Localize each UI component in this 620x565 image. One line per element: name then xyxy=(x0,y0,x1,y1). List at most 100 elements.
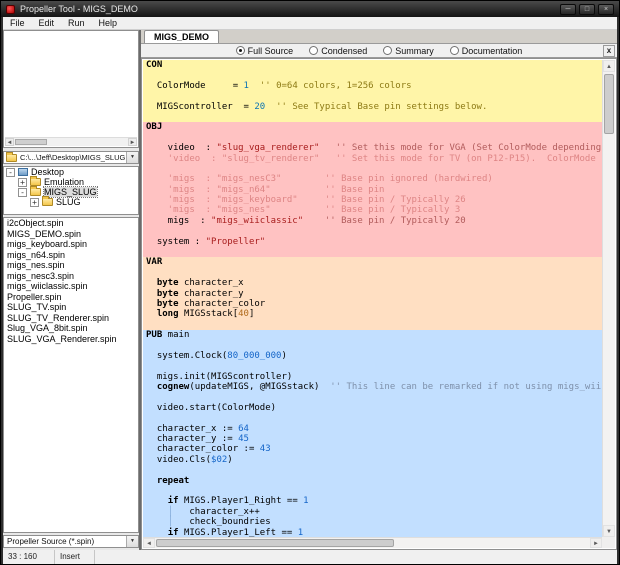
file-item[interactable]: Slug_VGA_8bit.spin xyxy=(4,323,138,334)
code-line[interactable] xyxy=(146,91,602,101)
view-mode-documentation[interactable]: Documentation xyxy=(450,46,523,56)
code-line[interactable]: │ check_boundries xyxy=(146,517,602,527)
code-line[interactable]: ColorMode = 1 '' 0=64 colors, 1=256 colo… xyxy=(146,81,602,91)
code-line[interactable]: character_x := 64 xyxy=(146,424,602,434)
collapse-icon[interactable]: - xyxy=(6,168,15,177)
scroll-right-icon[interactable]: ► xyxy=(590,538,602,548)
code-line[interactable]: video.start(ColorMode) xyxy=(146,403,602,413)
code-line[interactable] xyxy=(146,465,602,475)
code-line[interactable]: PUB main xyxy=(146,330,602,340)
code-line[interactable] xyxy=(146,393,602,403)
code-line[interactable] xyxy=(146,226,602,236)
tree-item-migs_slug[interactable]: -MIGS_SLUG xyxy=(4,187,138,197)
expand-icon[interactable]: + xyxy=(30,198,39,207)
scrollbar-thumb[interactable] xyxy=(156,539,394,547)
code-line[interactable]: VAR xyxy=(146,257,602,267)
code-line[interactable] xyxy=(146,413,602,423)
code-line[interactable] xyxy=(146,247,602,257)
view-mode-condensed[interactable]: Condensed xyxy=(309,46,367,56)
object-view-hscrollbar[interactable]: ◄ ► xyxy=(5,137,137,146)
horizontal-scrollbar[interactable]: ◄ ► xyxy=(143,537,602,548)
chevron-down-icon[interactable]: ▼ xyxy=(126,152,138,163)
menu-item-help[interactable]: Help xyxy=(92,17,125,29)
code-line[interactable] xyxy=(146,164,602,174)
scrollbar-thumb[interactable] xyxy=(15,139,47,145)
file-item[interactable]: SLUG_VGA_Renderer.spin xyxy=(4,334,138,345)
tree-item-desktop[interactable]: -Desktop xyxy=(4,167,138,177)
code-line[interactable]: video.Cls($02) xyxy=(146,455,602,465)
chevron-down-icon[interactable]: ▼ xyxy=(126,536,138,547)
view-mode-summary[interactable]: Summary xyxy=(383,46,434,56)
code-line[interactable]: long MIGSstack[40] xyxy=(146,309,602,319)
object-view[interactable]: ◄ ► xyxy=(3,30,139,148)
maximize-button[interactable]: □ xyxy=(579,4,595,15)
menu-item-file[interactable]: File xyxy=(3,17,32,29)
scroll-up-icon[interactable]: ▲ xyxy=(603,60,615,72)
file-item[interactable]: migs_nesc3.spin xyxy=(4,271,138,282)
code-line[interactable]: cognew(updateMIGS, @MIGSstack) '' This l… xyxy=(146,382,602,392)
menu-item-run[interactable]: Run xyxy=(61,17,92,29)
code-line[interactable] xyxy=(146,486,602,496)
code-editor[interactable]: CON ColorMode = 1 '' 0=64 colors, 1=256 … xyxy=(141,58,617,550)
code-line[interactable] xyxy=(146,361,602,371)
file-item[interactable]: migs_keyboard.spin xyxy=(4,239,138,250)
code-area[interactable]: CON ColorMode = 1 '' 0=64 colors, 1=256 … xyxy=(143,60,602,537)
close-button[interactable]: × xyxy=(598,4,614,15)
code-line[interactable]: repeat xyxy=(146,476,602,486)
collapse-icon[interactable]: - xyxy=(18,188,27,197)
title-bar[interactable]: Propeller Tool - MIGS_DEMO ─ □ × xyxy=(1,1,619,17)
code-line[interactable]: MIGScontroller = 20 '' See Typical Base … xyxy=(146,102,602,112)
vertical-scrollbar[interactable]: ▲ ▼ xyxy=(602,60,615,537)
file-item[interactable]: migs_nes.spin xyxy=(4,260,138,271)
code-line[interactable]: 'migs : "migs_n64" '' Base pin xyxy=(146,185,602,195)
file-item[interactable]: Propeller.spin xyxy=(4,292,138,303)
code-line[interactable]: character_color := 43 xyxy=(146,444,602,454)
menu-item-edit[interactable]: Edit xyxy=(32,17,62,29)
minimize-button[interactable]: ─ xyxy=(560,4,576,15)
file-item[interactable]: SLUG_TV_Renderer.spin xyxy=(4,313,138,324)
code-line[interactable]: 'migs : "migs_nesC3" '' Base pin ignored… xyxy=(146,174,602,184)
code-line[interactable]: byte character_x xyxy=(146,278,602,288)
file-item[interactable]: MIGS_DEMO.spin xyxy=(4,229,138,240)
code-line[interactable]: system.Clock(80_000_000) xyxy=(146,351,602,361)
code-line[interactable] xyxy=(146,320,602,330)
tree-item-emulation[interactable]: +Emulation xyxy=(4,177,138,187)
code-line[interactable]: OBJ xyxy=(146,122,602,132)
code-line[interactable] xyxy=(146,70,602,80)
code-line[interactable]: 'video : "slug_tv_renderer" '' Set this … xyxy=(146,154,602,164)
file-item[interactable]: migs_n64.spin xyxy=(4,250,138,261)
scrollbar-thumb[interactable] xyxy=(604,74,614,134)
code-line[interactable] xyxy=(146,341,602,351)
code-line[interactable]: 'migs : "migs_keyboard" '' Base pin / Ty… xyxy=(146,195,602,205)
file-item[interactable]: SLUG_TV.spin xyxy=(4,302,138,313)
code-line[interactable]: │ character_x++ xyxy=(146,507,602,517)
code-line[interactable] xyxy=(146,112,602,122)
code-line[interactable]: if MIGS.Player1_Left == 1 xyxy=(146,528,602,537)
folder-path-combo[interactable]: C:\...\Jeff\Desktop\MIGS_SLUG ▼ xyxy=(3,151,139,164)
code-line[interactable]: 'migs : "migs_nes" '' Base pin / Typical… xyxy=(146,205,602,215)
scroll-left-icon[interactable]: ◄ xyxy=(143,538,155,548)
scroll-right-icon[interactable]: ► xyxy=(128,138,137,146)
code-line[interactable]: migs : "migs_wiiclassic" '' Base pin / T… xyxy=(146,216,602,226)
file-item[interactable]: migs_wiiclassic.spin xyxy=(4,281,138,292)
code-line[interactable]: byte character_color xyxy=(146,299,602,309)
code-line[interactable] xyxy=(146,133,602,143)
close-pane-button[interactable]: x xyxy=(603,45,615,57)
code-line[interactable]: CON xyxy=(146,60,602,70)
tab-migs-demo[interactable]: MIGS_DEMO xyxy=(144,30,219,43)
tree-item-slug[interactable]: +SLUG xyxy=(4,197,138,207)
view-mode-full-source[interactable]: Full Source xyxy=(236,46,294,56)
code-line[interactable]: video : "slug_vga_renderer" '' Set this … xyxy=(146,143,602,153)
code-line[interactable] xyxy=(146,268,602,278)
file-filter-combo[interactable]: Propeller Source (*.spin) ▼ xyxy=(3,535,139,548)
code-line[interactable]: migs.init(MIGScontroller) xyxy=(146,372,602,382)
code-line[interactable]: system : "Propeller" xyxy=(146,237,602,247)
expand-icon[interactable]: + xyxy=(18,178,27,187)
code-line[interactable]: if MIGS.Player1_Right == 1 xyxy=(146,496,602,506)
code-line[interactable]: character_y := 45 xyxy=(146,434,602,444)
scroll-left-icon[interactable]: ◄ xyxy=(5,138,14,146)
scroll-down-icon[interactable]: ▼ xyxy=(603,525,615,537)
code-line[interactable]: byte character_y xyxy=(146,289,602,299)
code-segment xyxy=(265,102,276,112)
file-item[interactable]: i2cObject.spin xyxy=(4,218,138,229)
